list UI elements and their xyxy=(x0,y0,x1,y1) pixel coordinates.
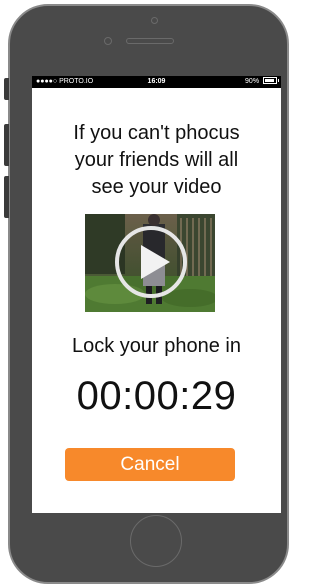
sensor-dot xyxy=(151,17,158,24)
play-icon[interactable] xyxy=(85,214,215,312)
message-line: If you can't phocus xyxy=(73,122,240,144)
warning-message: If you can't phocus your friends will al… xyxy=(32,120,281,201)
message-line: your friends will all xyxy=(74,149,239,171)
lock-prompt: Lock your phone in xyxy=(71,335,241,357)
battery-icon xyxy=(263,76,279,84)
phone-screen: ●●●●○ PROTO.IO 16:09 90% If you can't ph… xyxy=(32,76,281,513)
front-camera xyxy=(104,37,112,45)
volume-up-button xyxy=(4,124,9,166)
battery-status: 90% xyxy=(245,76,279,88)
status-time: 16:09 xyxy=(147,78,166,85)
message-line: see your video xyxy=(91,176,222,198)
volume-down-button xyxy=(4,176,9,218)
video-thumbnail[interactable] xyxy=(85,214,215,312)
home-button[interactable] xyxy=(130,515,182,567)
status-bar: ●●●●○ PROTO.IO 16:09 90% xyxy=(32,76,281,88)
earpiece-speaker xyxy=(126,38,174,44)
mute-switch xyxy=(4,78,9,100)
battery-percent: 90% xyxy=(245,78,260,85)
countdown-timer: 00:00:29 xyxy=(76,374,237,418)
cancel-button[interactable]: Cancel xyxy=(65,448,235,481)
battery-fill xyxy=(265,78,274,82)
